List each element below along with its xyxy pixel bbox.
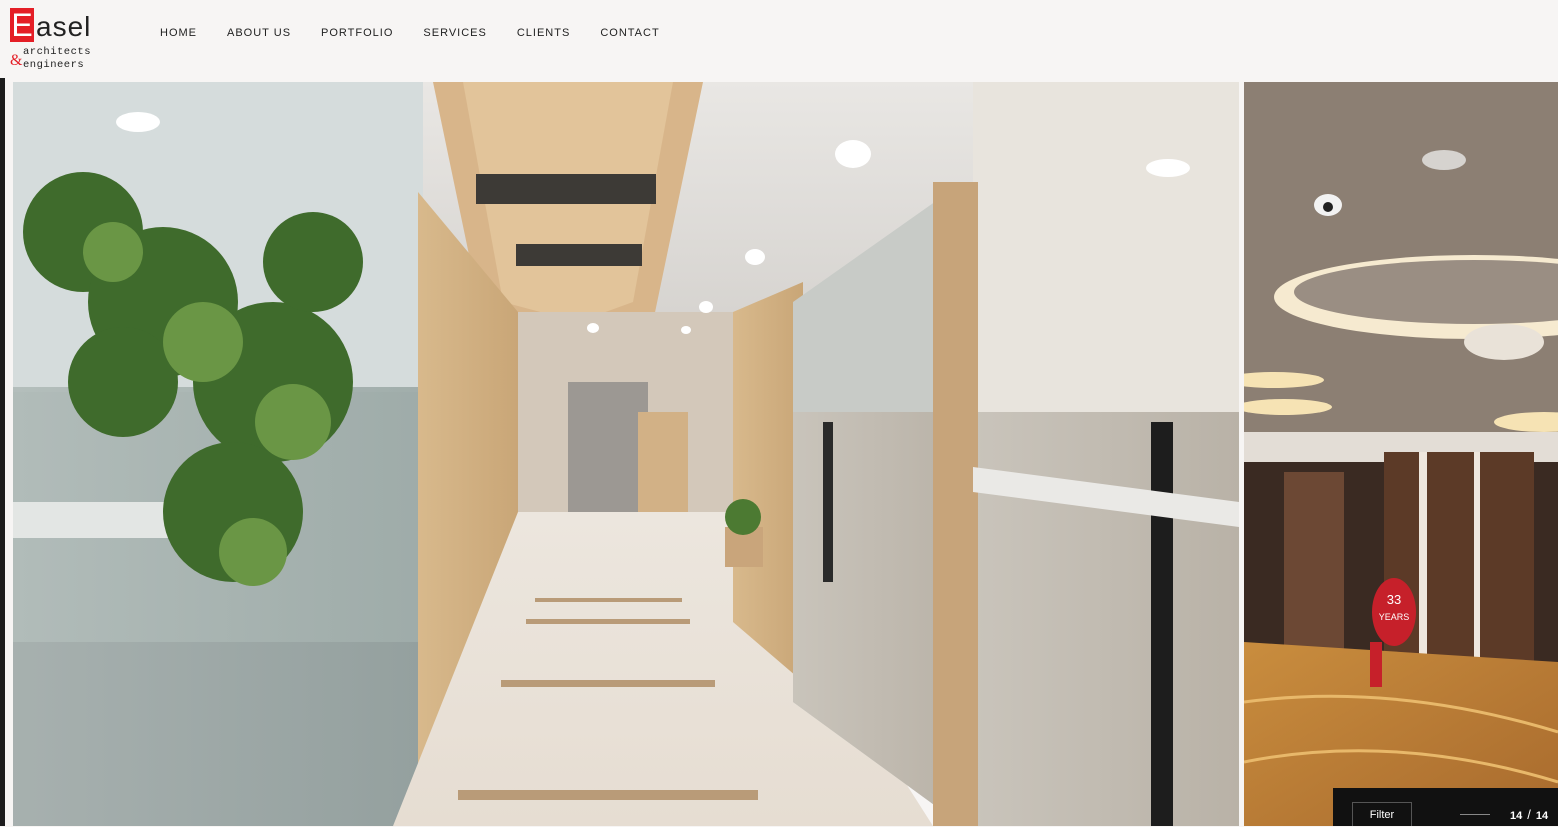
logo-name: asel <box>36 11 92 42</box>
svg-text:YEARS: YEARS <box>1379 612 1410 622</box>
left-edge-bar <box>0 0 5 826</box>
nav-about-us[interactable]: ABOUT US <box>227 26 291 40</box>
nav-services[interactable]: SERVICES <box>423 26 486 40</box>
lobby-lounge-photo: 33 YEARS <box>1244 82 1558 826</box>
logo-initial: E <box>10 7 34 43</box>
slide-counter: 14 / 14 <box>1510 807 1548 822</box>
slide-separator: / <box>1527 807 1531 822</box>
brand-logo[interactable]: E asel & architects engineers <box>10 8 105 72</box>
counter-progress-line <box>1460 814 1490 815</box>
filter-button[interactable]: Filter <box>1352 802 1412 826</box>
nav-home[interactable]: HOME <box>160 26 197 40</box>
svg-text:33: 33 <box>1387 592 1401 607</box>
logo-tagline-architects: architects <box>23 46 92 58</box>
slide-total: 14 <box>1535 810 1549 822</box>
nav-contact[interactable]: CONTACT <box>600 26 659 40</box>
main-nav: HOME ABOUT US PORTFOLIO SERVICES CLIENTS… <box>160 26 660 40</box>
gallery-slide-next[interactable]: 33 YEARS <box>1244 82 1558 826</box>
office-corridor-photo <box>13 82 1239 826</box>
nav-portfolio[interactable]: PORTFOLIO <box>321 26 393 40</box>
slide-current: 14 <box>1510 810 1523 822</box>
logo-tagline-engineers: engineers <box>23 59 85 71</box>
gallery-slide-main[interactable] <box>13 82 1239 826</box>
site-header: E asel & architects engineers HOME ABOUT… <box>0 0 1558 78</box>
nav-clients[interactable]: CLIENTS <box>517 26 570 40</box>
logo-ampersand: & <box>10 52 23 69</box>
